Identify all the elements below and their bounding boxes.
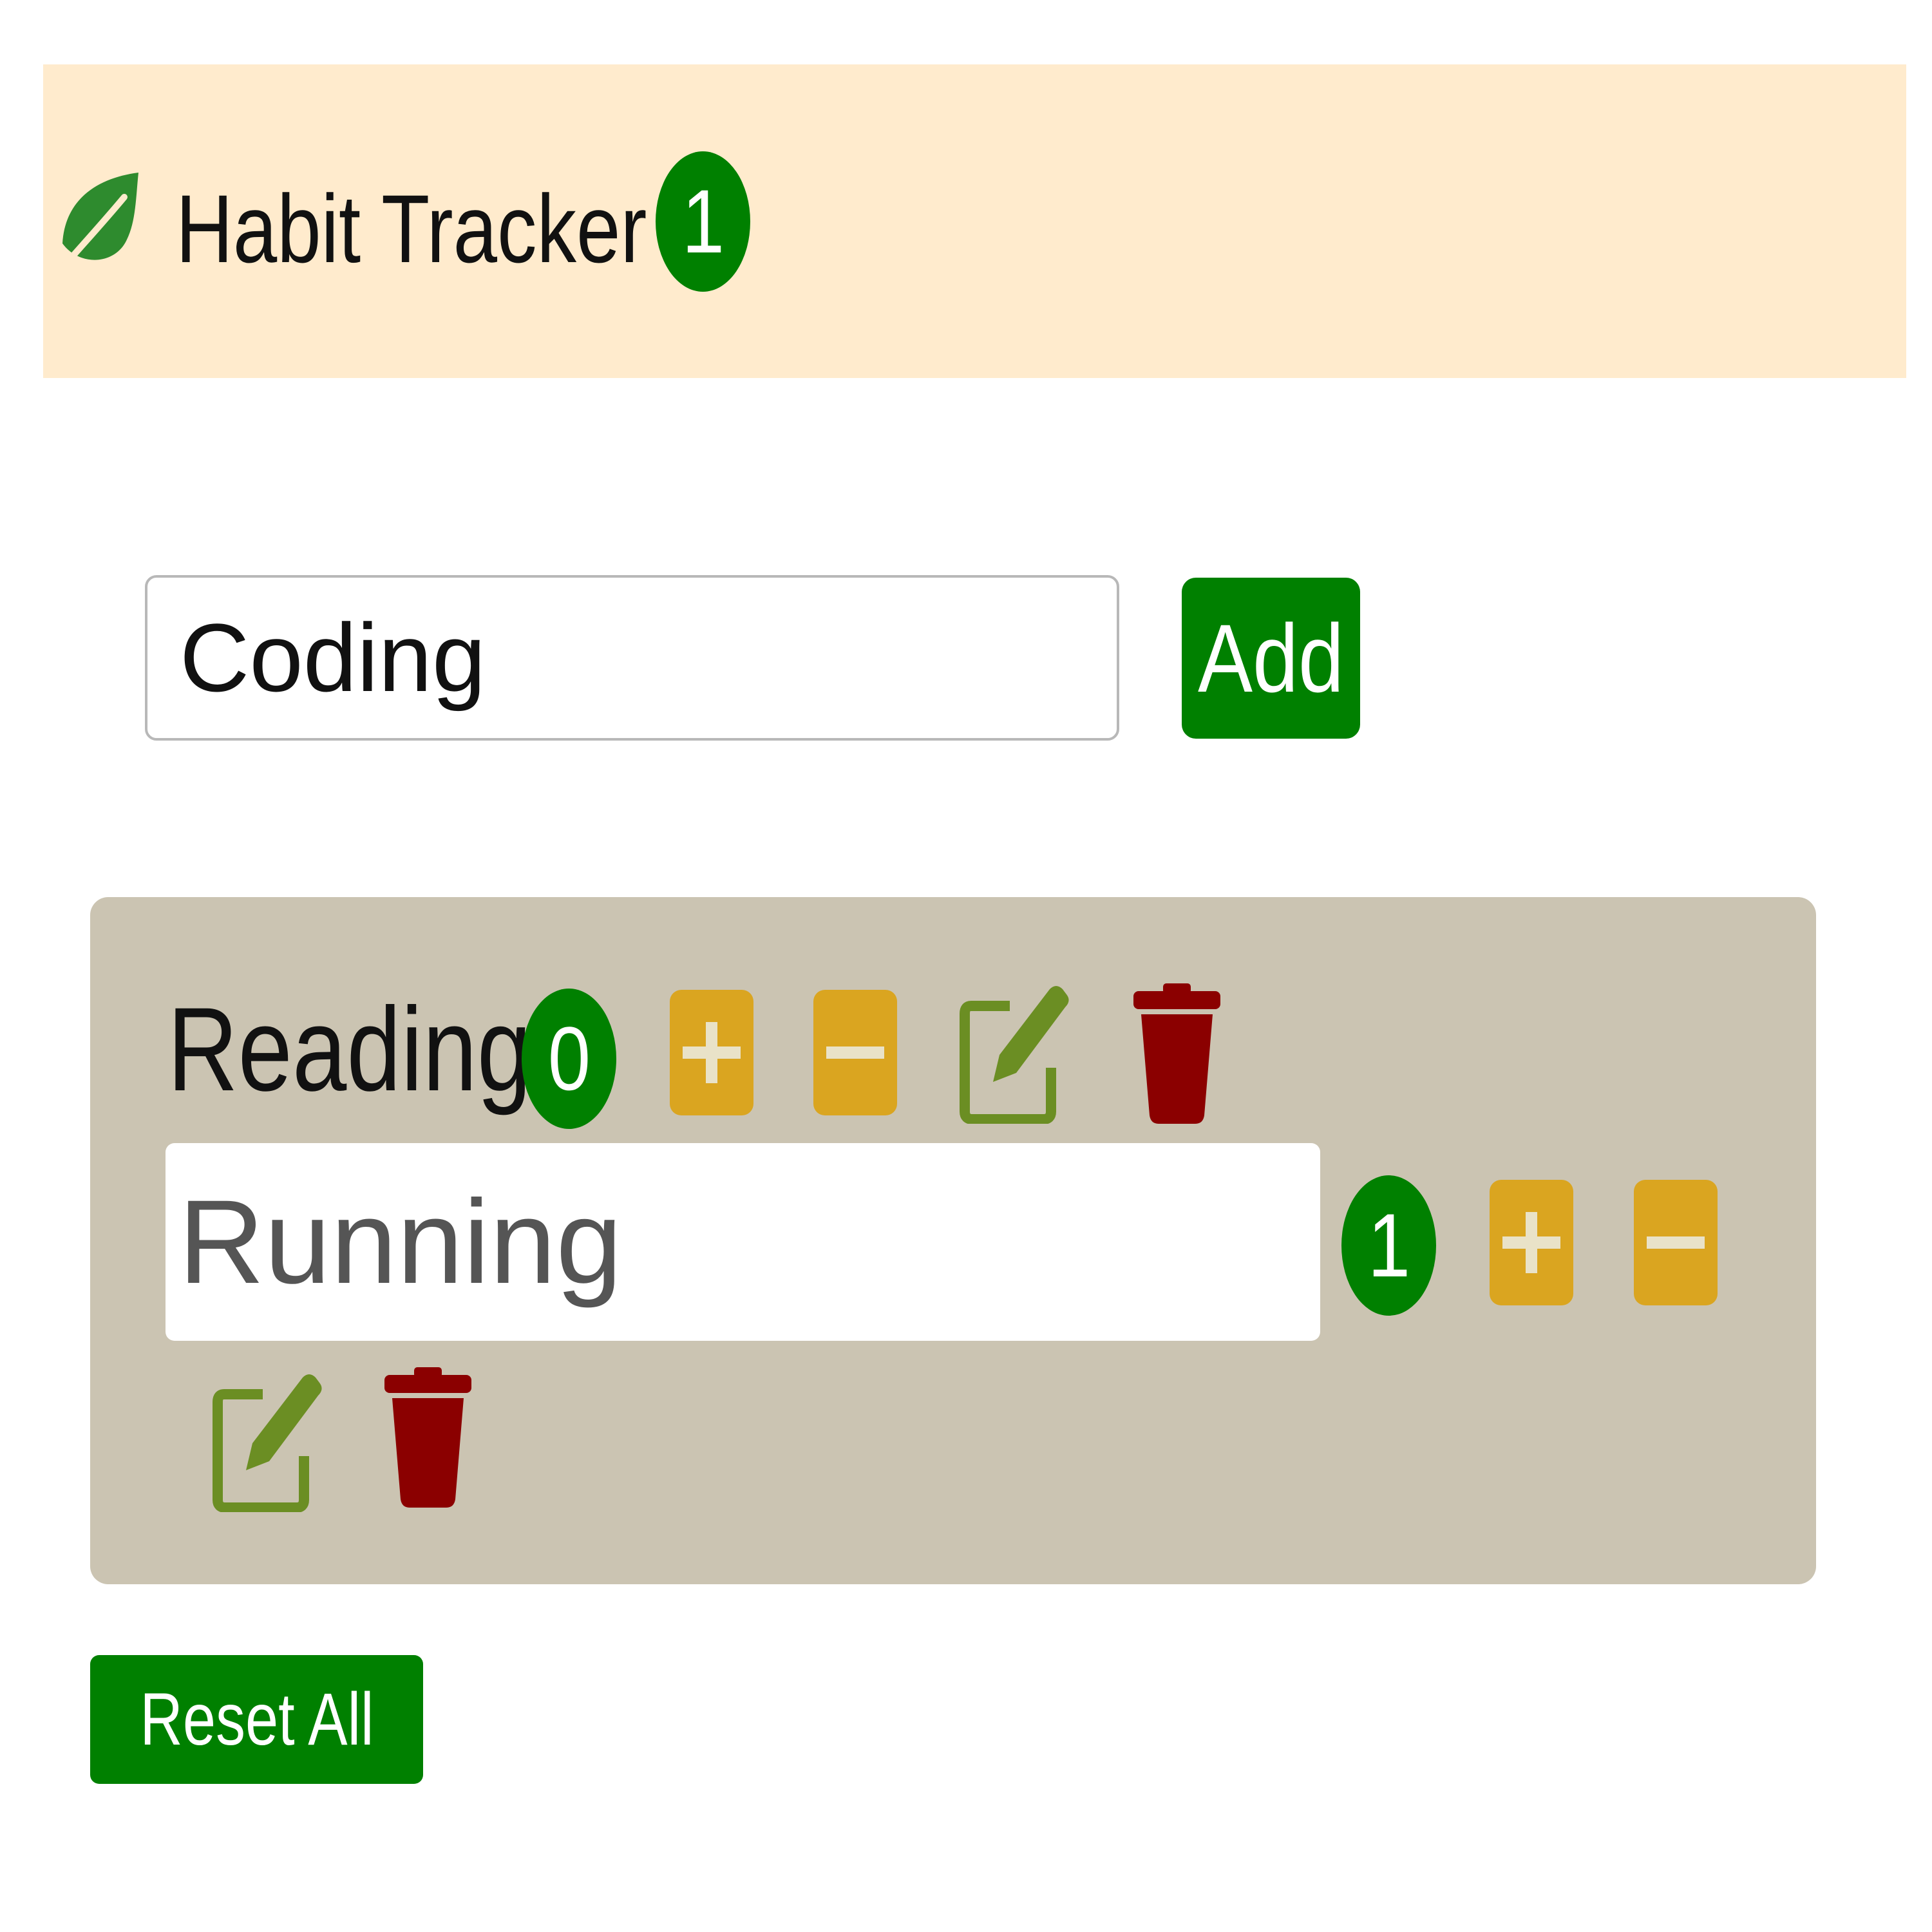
reset-all-button[interactable]: Reset All xyxy=(90,1655,423,1784)
total-count-badge: 1 xyxy=(656,151,750,292)
new-habit-input[interactable] xyxy=(145,575,1119,741)
increment-button[interactable] xyxy=(1490,1180,1573,1305)
trash-icon xyxy=(384,1367,471,1508)
habit-count-badge: 0 xyxy=(522,989,616,1129)
decrement-button[interactable] xyxy=(1634,1180,1718,1305)
minus-square-icon xyxy=(813,990,897,1115)
edit-habit-input[interactable] xyxy=(166,1143,1320,1341)
edit-button[interactable] xyxy=(960,979,1069,1124)
habit-name-reading: Reading xyxy=(167,983,532,1116)
plus-square-icon xyxy=(1490,1180,1573,1305)
leaf-icon xyxy=(50,173,138,281)
trash-icon xyxy=(1133,983,1220,1124)
edit-icon xyxy=(213,1374,322,1512)
habit-count-badge: 1 xyxy=(1341,1175,1436,1316)
plus-square-icon xyxy=(670,990,753,1115)
delete-button[interactable] xyxy=(1133,983,1220,1124)
minus-square-icon xyxy=(1634,1180,1718,1305)
delete-button[interactable] xyxy=(384,1367,471,1508)
app-title: Habit Tracker xyxy=(176,175,647,283)
add-button[interactable]: Add xyxy=(1182,578,1360,739)
edit-icon xyxy=(960,986,1069,1124)
increment-button[interactable] xyxy=(670,990,753,1115)
decrement-button[interactable] xyxy=(813,990,897,1115)
edit-button[interactable] xyxy=(213,1367,322,1512)
